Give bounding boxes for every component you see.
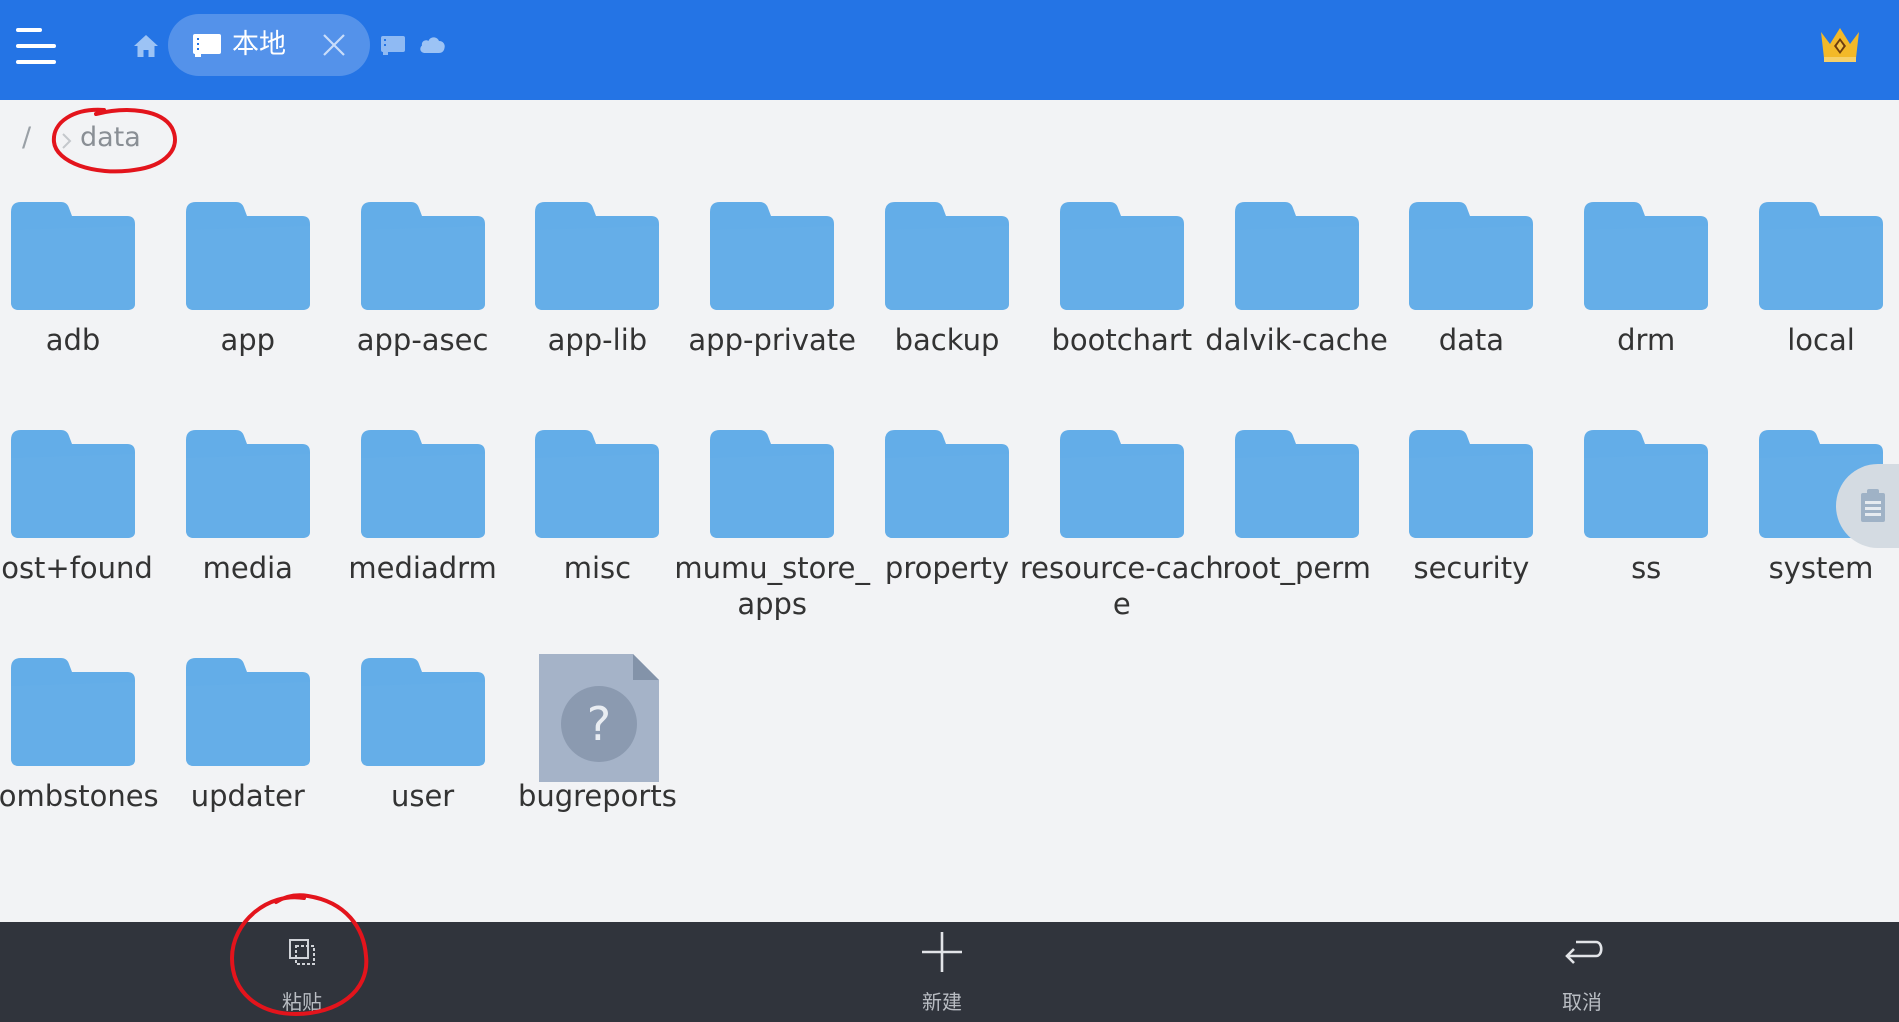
folder-item[interactable]: property (864, 424, 1038, 644)
unknown-file-icon: ? (539, 654, 660, 782)
folder-item[interactable]: bootchart (1039, 196, 1213, 416)
folder-icon (710, 430, 835, 538)
paste-label: 粘贴 (282, 990, 322, 1014)
folder-icon (535, 430, 660, 538)
clipboard-icon (1861, 489, 1885, 522)
folder-item[interactable]: resource-cache (1020, 424, 1224, 644)
tab-local-label: 本地 (232, 29, 286, 60)
folder-icon (535, 202, 660, 310)
cloud-icon[interactable] (418, 33, 446, 55)
folder-item[interactable]: lost+found (0, 424, 164, 644)
paste-button[interactable]: 粘贴 (222, 922, 382, 1022)
folder-item[interactable]: updater (165, 652, 339, 872)
menu-icon[interactable] (16, 26, 62, 66)
folder-item[interactable]: mumu_store_apps (674, 424, 870, 644)
folder-item[interactable]: media (165, 424, 339, 644)
cancel-label: 取消 (1562, 990, 1602, 1014)
folder-icon (185, 202, 310, 310)
folder-item[interactable]: ss (1563, 424, 1737, 644)
close-icon[interactable] (320, 31, 348, 59)
new-button[interactable]: 新建 (862, 922, 1022, 1022)
folder-icon (1584, 202, 1709, 310)
folder-icon (1234, 202, 1359, 310)
storage-icon (193, 34, 221, 57)
folder-icon (885, 202, 1009, 310)
home-icon[interactable] (132, 32, 160, 60)
folder-icon (360, 202, 485, 310)
folder-item[interactable]: drm (1563, 196, 1737, 416)
paste-icon (289, 939, 315, 965)
folder-icon (1409, 202, 1534, 310)
folder-icon (1584, 430, 1709, 538)
svg-text:?: ? (587, 697, 611, 751)
folder-item[interactable]: app-private (688, 196, 863, 416)
folder-item[interactable]: local (1738, 196, 1899, 416)
crown-icon[interactable] (1818, 24, 1862, 64)
cancel-button[interactable]: 取消 (1502, 922, 1662, 1022)
new-label: 新建 (922, 990, 962, 1014)
folder-icon (885, 430, 1009, 538)
folder-icon (1059, 202, 1184, 310)
bottom-action-bar: 粘贴 新建 取消 (0, 922, 1899, 1022)
folder-item[interactable]: app-asec (340, 196, 514, 416)
folder-icon (360, 430, 485, 538)
plus-icon (922, 932, 962, 972)
storage-tab-icon[interactable] (380, 34, 406, 56)
folder-item[interactable]: misc (514, 424, 688, 644)
undo-icon (1565, 940, 1603, 964)
folder-item[interactable]: app-lib (514, 196, 688, 416)
folder-item[interactable]: root_perm (1214, 424, 1388, 644)
folder-item[interactable]: dalvik-cache (1205, 196, 1388, 416)
folder-item[interactable]: security (1388, 424, 1562, 644)
folder-icon (1409, 430, 1534, 538)
folder-item[interactable]: user (340, 652, 514, 872)
folder-icon (11, 202, 135, 310)
folder-icon (11, 430, 135, 538)
folder-item[interactable]: data (1388, 196, 1562, 416)
file-item[interactable]: ? bugreports (514, 652, 688, 872)
folder-icon (185, 430, 310, 538)
folder-icon (1759, 202, 1883, 310)
folder-item[interactable]: backup (864, 196, 1038, 416)
item-name: system (1768, 551, 1874, 585)
folder-icon (360, 658, 485, 766)
folder-item[interactable]: mediadrm (340, 424, 514, 644)
folder-icon (1234, 430, 1359, 538)
folder-icon (11, 658, 135, 766)
chevron-right-icon (62, 133, 72, 149)
folder-icon (185, 658, 310, 766)
folder-icon (710, 202, 835, 310)
breadcrumb-root[interactable]: / (22, 122, 31, 153)
item-name: local (1787, 323, 1855, 357)
breadcrumb-current[interactable]: data (80, 122, 141, 153)
folder-icon (1059, 430, 1184, 538)
top-app-bar: 本地 (0, 0, 1899, 100)
item-name: bugreports (517, 779, 677, 813)
folder-item[interactable]: app (165, 196, 339, 416)
folder-item[interactable]: adb (0, 196, 164, 416)
folder-item[interactable]: tombstones (0, 652, 164, 872)
tab-local[interactable]: 本地 (168, 14, 370, 76)
